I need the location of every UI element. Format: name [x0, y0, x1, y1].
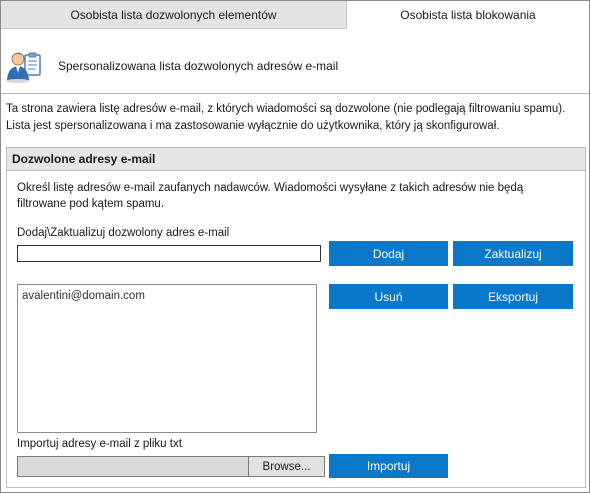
page-description: Ta strona zawiera listę adresów e-mail, … [6, 103, 566, 132]
add-address-input[interactable] [17, 245, 321, 262]
export-button[interactable]: Eksportuj [453, 284, 573, 309]
allow-list-panel: Osobista lista dozwolonych elementów Oso… [0, 0, 590, 493]
tab-personal-allow-list[interactable]: Osobista lista dozwolonych elementów [1, 1, 347, 29]
allowed-addresses-section: Dozwolone adresy e-mail Określ listę adr… [6, 147, 586, 488]
update-button[interactable]: Zaktualizuj [453, 241, 573, 266]
section-instructions: Określ listę adresów e-mail zaufanych na… [17, 182, 524, 210]
tab-bar: Osobista lista dozwolonych elementów Oso… [1, 1, 589, 29]
import-button[interactable]: Importuj [329, 454, 448, 478]
tab-personal-block-list[interactable]: Osobista lista blokowania [347, 1, 589, 29]
page-title: Spersonalizowana lista dozwolonych adres… [58, 59, 339, 73]
import-label: Importuj adresy e-mail z pliku txt [17, 438, 182, 450]
list-item[interactable]: avalentini@domain.com [22, 290, 312, 302]
file-path-field[interactable] [17, 456, 248, 477]
address-list[interactable]: avalentini@domain.com [17, 284, 317, 433]
add-address-label: Dodaj\Zaktualizuj dozwolony adres e-mail [17, 227, 230, 239]
header-divider [1, 93, 589, 94]
section-title: Dozwolone adresy e-mail [7, 148, 585, 171]
browse-button[interactable]: Browse... [248, 456, 325, 477]
page-header: Spersonalizowana lista dozwolonych adres… [5, 44, 338, 88]
remove-button[interactable]: Usuń [329, 284, 448, 309]
add-button[interactable]: Dodaj [329, 241, 448, 266]
user-clipboard-icon [5, 46, 45, 86]
